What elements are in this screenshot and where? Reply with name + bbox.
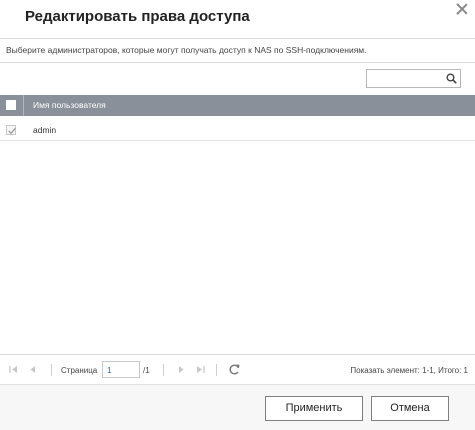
- check-icon: [8, 127, 16, 135]
- select-all-checkbox[interactable]: [6, 100, 16, 110]
- pager-divider: [0, 354, 475, 355]
- pager-separator: [51, 364, 52, 376]
- refresh-icon[interactable]: [228, 363, 241, 376]
- pager-separator: [216, 364, 217, 376]
- total-pages: /1: [143, 366, 150, 375]
- page-label: Страница: [61, 366, 98, 375]
- search-box[interactable]: [366, 69, 461, 89]
- search-input[interactable]: [369, 71, 448, 89]
- header-separator: [23, 95, 24, 116]
- search-icon[interactable]: [446, 73, 457, 84]
- title-divider: [0, 38, 475, 39]
- edit-access-dialog: Редактировать права доступа Выберите адм…: [0, 0, 475, 430]
- pager-separator: [163, 364, 164, 376]
- username-cell: admin: [33, 125, 57, 135]
- first-page-icon[interactable]: [8, 364, 20, 375]
- description-divider: [0, 62, 475, 63]
- pager-info: Показать элемент: 1-1, Итого: 1: [350, 366, 468, 375]
- pagination-bar: Страница /1 Показать элемент: 1-1, Итого…: [0, 357, 475, 383]
- cancel-button[interactable]: Отмена: [371, 396, 449, 421]
- dialog-footer: Применить Отмена: [0, 384, 475, 430]
- apply-button[interactable]: Применить: [265, 396, 363, 421]
- prev-page-icon[interactable]: [27, 364, 39, 375]
- table-row[interactable]: admin: [0, 118, 475, 141]
- close-icon[interactable]: [455, 2, 469, 16]
- row-checkbox[interactable]: [6, 125, 16, 135]
- last-page-icon[interactable]: [194, 364, 206, 375]
- dialog-description: Выберите администраторов, которые могут …: [6, 45, 367, 55]
- next-page-icon[interactable]: [175, 364, 187, 375]
- page-number-input[interactable]: [102, 361, 140, 378]
- dialog-title: Редактировать права доступа: [25, 8, 250, 25]
- table-header: Имя пользователя: [0, 95, 475, 116]
- column-header-username[interactable]: Имя пользователя: [33, 100, 106, 110]
